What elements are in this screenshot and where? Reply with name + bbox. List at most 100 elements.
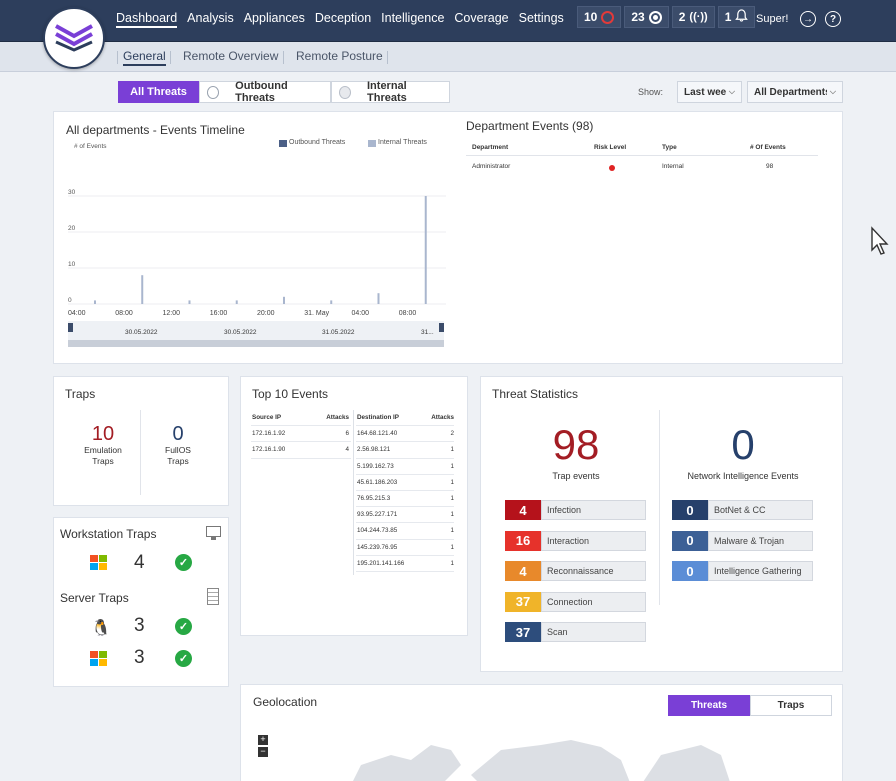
select-value: All Departments xyxy=(754,86,827,98)
navigator-date: 30.05.2022 xyxy=(224,329,257,336)
table-row[interactable]: 172.16.1.90 4 xyxy=(251,442,351,459)
table-row[interactable]: 5.199.162.73 1 xyxy=(356,459,454,475)
counter-notifications[interactable]: 1 xyxy=(717,6,756,28)
subtab-remote-posture[interactable]: Remote Posture xyxy=(296,49,383,63)
stat-badge[interactable]: 4 Infection xyxy=(505,500,646,520)
network-events-label: Network Intelligence Events xyxy=(687,471,799,481)
y-tick-label: 10 xyxy=(68,261,76,268)
stat-badge[interactable]: 0 BotNet & CC xyxy=(672,500,813,520)
legend-swatch xyxy=(368,140,376,147)
table-row[interactable]: 172.16.1.92 6 xyxy=(251,426,351,443)
help-icon[interactable]: ? xyxy=(825,11,841,27)
stat-label: Intelligence Gathering xyxy=(708,561,813,581)
trap-events-value[interactable]: 98 xyxy=(506,421,646,469)
destination-ip-table: Destination IP Attacks 164.68.121.40 2 2.5… xyxy=(356,410,454,572)
emulation-traps-value[interactable]: 10 xyxy=(54,423,152,446)
counter-targets[interactable]: 23 xyxy=(624,6,669,28)
table-row[interactable]: 195.201.141.166 1 xyxy=(356,556,454,572)
divider xyxy=(659,410,660,605)
monitor-stand xyxy=(211,537,216,540)
table-row[interactable]: 145.239.76.95 1 xyxy=(356,540,454,556)
source-ip-table: Source IP Attacks 172.16.1.92 6 172.16.1.9… xyxy=(251,410,351,459)
table-row[interactable]: 93.95.227.171 1 xyxy=(356,507,454,524)
windows-server-count[interactable]: 3 xyxy=(134,647,145,669)
nav-deception[interactable]: Deception xyxy=(315,11,371,28)
filter-outbound-threats[interactable]: Outbound Threats xyxy=(199,80,331,104)
table-row[interactable]: 76.95.215.3 1 xyxy=(356,491,454,508)
y-tick-label: 20 xyxy=(68,225,76,232)
filter-internal-threats[interactable]: Internal Threats xyxy=(331,80,450,104)
user-menu[interactable]: Super! xyxy=(756,13,788,25)
subtab-general[interactable]: General xyxy=(123,49,166,66)
brand-logo[interactable] xyxy=(43,7,105,69)
nav-dashboard[interactable]: Dashboard xyxy=(116,11,178,28)
table-row[interactable]: Administrator Internal 98 xyxy=(466,158,818,174)
ring-alert-icon xyxy=(601,10,615,24)
table-row[interactable]: 45.61.186.203 1 xyxy=(356,475,454,491)
attack-count: 1 xyxy=(450,478,454,486)
broadcast-icon: ((·)) xyxy=(689,11,708,23)
counter-broadcast[interactable]: 2 ((·)) xyxy=(671,6,715,28)
nav-intelligence[interactable]: Intelligence xyxy=(381,11,444,28)
logout-icon[interactable]: → xyxy=(800,11,816,27)
linux-server-count[interactable]: 3 xyxy=(134,615,145,637)
network-events-value[interactable]: 0 xyxy=(671,421,815,469)
table-row[interactable]: 2.56.98.121 1 xyxy=(356,442,454,459)
tab-threats[interactable]: Threats xyxy=(668,695,750,716)
tab-traps[interactable]: Traps xyxy=(750,695,832,716)
department-select[interactable]: All Departments ⌵ xyxy=(747,81,843,103)
radio-icon xyxy=(207,85,220,99)
attack-count: 1 xyxy=(450,462,454,470)
filter-label: Outbound Threats xyxy=(235,80,288,104)
stat-badge[interactable]: 4 Reconnaissance xyxy=(505,561,646,581)
table-row[interactable]: 164.68.121.40 2 xyxy=(356,426,454,443)
fullos-traps-value[interactable]: 0 xyxy=(140,423,216,446)
legend-internal[interactable]: Internal Threats xyxy=(378,139,427,146)
workstation-title: Workstation Traps xyxy=(60,527,157,541)
stat-badge[interactable]: 37 Scan xyxy=(505,622,646,642)
subtab-remote-overview[interactable]: Remote Overview xyxy=(183,49,278,63)
table-row[interactable]: 104.244.73.85 1 xyxy=(356,523,454,540)
world-map[interactable] xyxy=(341,715,741,781)
bell-icon xyxy=(735,9,749,25)
x-tick-label: 04:00 xyxy=(68,310,86,317)
timeline-navigator[interactable]: 30.05.2022 30.05.2022 31.05.2022 31... xyxy=(68,321,444,347)
x-tick-label: 08:00 xyxy=(115,310,133,317)
x-tick-label: 16:00 xyxy=(210,310,228,317)
navigator-scrollbar[interactable] xyxy=(68,340,444,347)
timeline-bar xyxy=(377,293,380,304)
stat-badge[interactable]: 37 Connection xyxy=(505,591,646,612)
counter-alerts[interactable]: 10 xyxy=(577,6,622,28)
x-tick-label: 31. May xyxy=(304,310,329,317)
navigator-handle-right[interactable] xyxy=(439,323,444,332)
geolocation-title: Geolocation xyxy=(253,695,318,709)
zoom-in-button[interactable]: + xyxy=(258,735,268,745)
stat-label: Interaction xyxy=(541,530,646,551)
stat-count: 4 xyxy=(505,561,541,581)
nav-coverage[interactable]: Coverage xyxy=(454,11,508,28)
table-header: Source IP Attacks xyxy=(251,410,351,427)
attack-count: 1 xyxy=(450,495,454,503)
zoom-out-button[interactable]: − xyxy=(258,747,268,757)
legend-outbound[interactable]: Outbound Threats xyxy=(289,139,345,146)
navigator-handle-left[interactable] xyxy=(68,323,73,332)
event-type: Internal xyxy=(662,163,684,170)
nav-analysis[interactable]: Analysis xyxy=(187,11,234,28)
linux-icon: 🐧 xyxy=(91,620,111,637)
stat-badge[interactable]: 16 Interaction xyxy=(505,530,646,551)
dept-events-title: Department Events (98) xyxy=(466,119,594,133)
server-icon xyxy=(207,588,219,605)
workstation-count[interactable]: 4 xyxy=(134,552,145,574)
nav-appliances[interactable]: Appliances xyxy=(244,11,305,28)
stat-badge[interactable]: 0 Malware & Trojan xyxy=(672,530,813,551)
traps-title: Traps xyxy=(65,387,96,401)
counter-value: 2 xyxy=(678,10,686,24)
nav-settings[interactable]: Settings xyxy=(519,11,564,28)
stat-count: 0 xyxy=(672,500,708,520)
timeline-title: All departments - Events Timeline xyxy=(66,123,245,137)
period-select[interactable]: Last week ⌵ xyxy=(677,81,742,103)
filter-all-threats[interactable]: All Threats xyxy=(118,81,199,103)
stat-badge[interactable]: 0 Intelligence Gathering xyxy=(672,561,813,581)
top10-title: Top 10 Events xyxy=(252,387,329,401)
stat-label: Connection xyxy=(541,591,646,612)
